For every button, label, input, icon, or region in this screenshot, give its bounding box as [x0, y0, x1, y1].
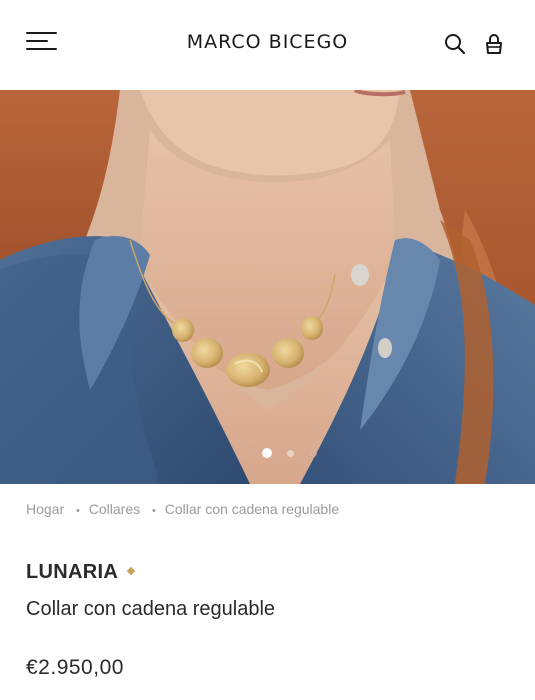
carousel-dot-1[interactable] [262, 448, 272, 458]
breadcrumb-separator: • [152, 505, 156, 517]
product-price: €2.950,00 [26, 656, 124, 679]
breadcrumb-item-current[interactable]: Collar con cadena regulable [165, 501, 339, 517]
diamond-icon [126, 566, 136, 575]
breadcrumb-item-home[interactable]: Hogar [26, 501, 64, 517]
carousel-indicators [0, 448, 535, 458]
breadcrumb-item-necklaces[interactable]: Collares [89, 501, 140, 517]
shopping-bag-icon[interactable] [482, 32, 506, 56]
collection-label: LUNARIA [26, 561, 119, 583]
product-title: Collar con cadena regulable [26, 598, 276, 620]
site-header: MARCO BICEGO [0, 0, 535, 90]
brand-name[interactable]: MARCO BICEGO [187, 31, 349, 53]
search-icon[interactable] [443, 32, 467, 56]
product-photo [0, 90, 535, 484]
collection-name: LUNARIA [26, 561, 136, 584]
carousel-dot-2[interactable] [287, 450, 294, 457]
product-image-carousel[interactable] [0, 90, 535, 484]
breadcrumb-separator: • [76, 505, 80, 517]
carousel-dot-3[interactable] [310, 450, 317, 457]
breadcrumb: Hogar • Collares • Collar con cadena reg… [26, 501, 339, 517]
